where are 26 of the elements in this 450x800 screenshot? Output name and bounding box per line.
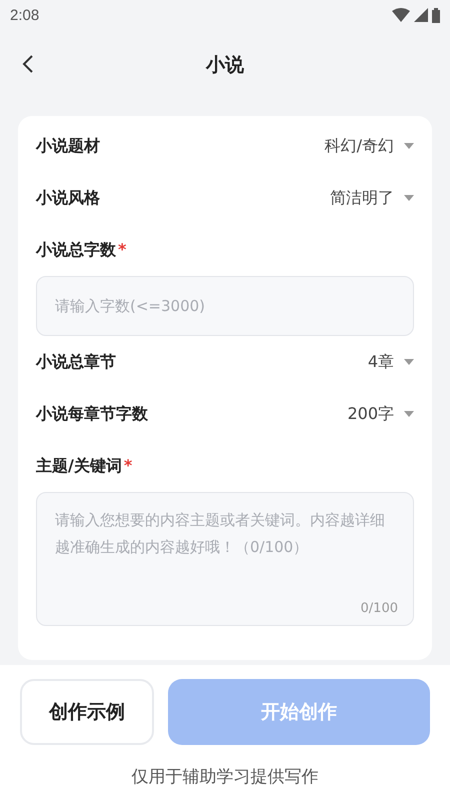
dropdown-selector[interactable]: 4章 [368,352,414,372]
dropdown-selector[interactable]: 简洁明了 [330,188,414,208]
back-icon [22,54,34,74]
field-label: 小说风格 [36,188,100,208]
field-label: 主题/关键词 [36,456,122,476]
footer-note: 仅用于辅助学习提供写作 [132,766,318,788]
wifi-icon [392,8,410,22]
field-label: 小说题材 [36,136,100,156]
page-title: 小说 [206,53,244,78]
dropdown-selector[interactable]: 200字 [347,404,414,424]
field-label: 小说总章节 [36,352,116,372]
required-mark: * [118,240,126,260]
example-button[interactable]: 创作示例 [20,679,154,745]
dropdown-caret-icon [404,411,414,417]
field-label: 小说每章节字数 [36,404,148,424]
required-mark: * [124,456,132,476]
battery-icon [432,8,440,22]
field-label: 小说总字数 [36,240,116,260]
dropdown-caret-icon [404,143,414,149]
dropdown-selector[interactable]: 科幻/奇幻 [324,136,414,156]
dropdown-caret-icon [404,359,414,365]
input-field[interactable]: 请输入字数(<=3000) [36,276,414,336]
signal-icon [414,8,428,22]
character-counter: 0/100 [360,601,398,616]
dropdown-caret-icon [404,195,414,201]
status-time: 2:08 [10,6,40,24]
